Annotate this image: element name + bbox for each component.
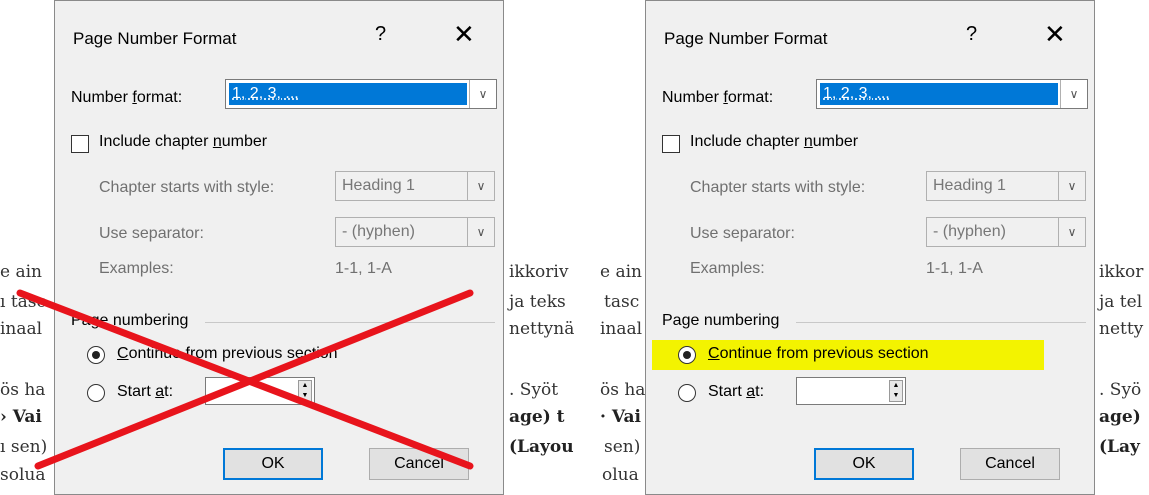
page-numbering-group-label: Page numbering: [71, 312, 189, 329]
page-numbering-group-label: Page numbering: [662, 312, 780, 329]
doc-text-left: inaal: [600, 319, 643, 339]
doc-text-left: ös ha: [600, 380, 646, 400]
chapter-style-select[interactable]: Heading 1 ∨: [335, 171, 495, 201]
number-format-value: 1, 2, 3, ...: [229, 83, 467, 105]
doc-text-right: . Syöt: [509, 380, 559, 400]
chevron-down-icon[interactable]: ∨: [1060, 80, 1087, 108]
start-at-input[interactable]: ▲ ▼: [205, 377, 315, 405]
group-divider: [205, 322, 495, 323]
ok-button[interactable]: OK: [223, 448, 323, 480]
separator-label: Use separator:: [690, 225, 795, 242]
page-number-format-dialog-right: Page Number Format ? ✕ Number format: 1,…: [645, 0, 1095, 495]
separator-value: - (hyphen): [342, 223, 415, 240]
doc-text-left: e ain: [600, 262, 642, 282]
continue-label[interactable]: Continue from previous section: [117, 345, 338, 363]
chevron-down-icon[interactable]: ∨: [1058, 218, 1085, 246]
doc-text-right: (Layou: [509, 437, 574, 457]
doc-text-left: tasc: [604, 292, 640, 312]
start-at-radio[interactable]: [87, 384, 105, 402]
help-button[interactable]: ?: [375, 23, 386, 46]
doc-text-left: sen): [604, 437, 641, 457]
chevron-down-icon[interactable]: ∨: [1058, 172, 1085, 200]
cancel-button[interactable]: Cancel: [369, 448, 469, 480]
continue-radio[interactable]: [87, 346, 105, 364]
doc-text-right: ja teks: [509, 292, 566, 312]
doc-text-right: ja tel: [1099, 292, 1143, 312]
doc-text-right: ikkor: [1099, 262, 1144, 282]
start-at-label[interactable]: Start at:: [708, 383, 764, 401]
chapter-style-select[interactable]: Heading 1 ∨: [926, 171, 1086, 201]
dialog-title: Page Number Format: [73, 29, 237, 48]
page-number-format-dialog-left: Page Number Format ? ✕ Number format: 1,…: [54, 0, 504, 495]
doc-text-left: ı tasc: [0, 292, 47, 312]
doc-text-left: solua: [0, 465, 46, 485]
number-format-value: 1, 2, 3, ...: [820, 83, 1058, 105]
doc-text-left: · Vai: [600, 407, 641, 427]
doc-text-left: e ain: [0, 262, 42, 282]
chapter-style-value: Heading 1: [933, 177, 1006, 194]
close-icon[interactable]: ✕: [1044, 19, 1066, 50]
chapter-style-value: Heading 1: [342, 177, 415, 194]
include-chapter-label[interactable]: Include chapter number: [690, 133, 858, 151]
number-format-select[interactable]: 1, 2, 3, ... ∨: [225, 79, 497, 109]
examples-value: 1-1, 1-A: [926, 260, 983, 277]
examples-label: Examples:: [690, 260, 765, 277]
doc-text-left: ös ha: [0, 380, 46, 400]
dialog-title: Page Number Format: [664, 29, 828, 48]
help-button[interactable]: ?: [966, 23, 977, 46]
start-at-input[interactable]: ▲ ▼: [796, 377, 906, 405]
group-divider: [796, 322, 1086, 323]
include-chapter-checkbox[interactable]: [662, 135, 680, 153]
ok-button[interactable]: OK: [814, 448, 914, 480]
doc-text-left: › Vai: [0, 407, 42, 427]
doc-text-right: netty: [1099, 319, 1144, 339]
examples-label: Examples:: [99, 260, 174, 277]
separator-label: Use separator:: [99, 225, 204, 242]
number-format-label: Number format:: [71, 89, 183, 106]
chapter-style-label: Chapter starts with style:: [99, 179, 275, 196]
number-format-select[interactable]: 1, 2, 3, ... ∨: [816, 79, 1088, 109]
doc-text-right: age) t: [509, 407, 565, 427]
doc-text-right: (Lay: [1099, 437, 1140, 457]
start-at-label[interactable]: Start at:: [117, 383, 173, 401]
doc-text-left: inaal: [0, 319, 43, 339]
chevron-down-icon[interactable]: ∨: [469, 80, 496, 108]
spinner-arrows-icon[interactable]: ▲ ▼: [298, 380, 312, 402]
doc-text-left: ı sen): [0, 437, 48, 457]
chapter-style-label: Chapter starts with style:: [690, 179, 866, 196]
number-format-label: Number format:: [662, 89, 774, 106]
continue-radio[interactable]: [678, 346, 696, 364]
close-icon[interactable]: ✕: [453, 19, 475, 50]
chevron-down-icon[interactable]: ∨: [467, 172, 494, 200]
start-at-radio[interactable]: [678, 384, 696, 402]
spinner-arrows-icon[interactable]: ▲ ▼: [889, 380, 903, 402]
include-chapter-checkbox[interactable]: [71, 135, 89, 153]
separator-select[interactable]: - (hyphen) ∨: [335, 217, 495, 247]
doc-text-right: age): [1099, 407, 1141, 427]
continue-label[interactable]: Continue from previous section: [708, 345, 929, 363]
separator-select[interactable]: - (hyphen) ∨: [926, 217, 1086, 247]
doc-text-right: nettynä: [509, 319, 575, 339]
chevron-down-icon[interactable]: ∨: [467, 218, 494, 246]
doc-text-right: ikkoriv: [509, 262, 569, 282]
separator-value: - (hyphen): [933, 223, 1006, 240]
doc-text-right: . Syö: [1099, 380, 1142, 400]
doc-text-left: olua: [602, 465, 639, 485]
examples-value: 1-1, 1-A: [335, 260, 392, 277]
cancel-button[interactable]: Cancel: [960, 448, 1060, 480]
include-chapter-label[interactable]: Include chapter number: [99, 133, 267, 151]
